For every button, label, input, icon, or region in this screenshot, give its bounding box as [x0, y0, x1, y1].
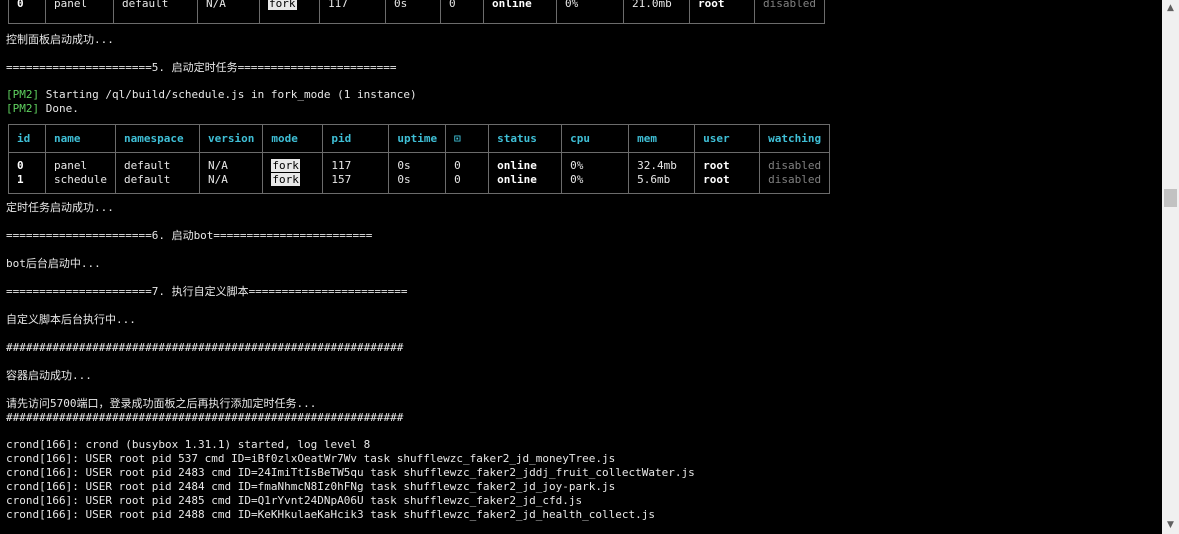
- crond-line: crond[166]: USER root pid 537 cmd ID=iBf…: [6, 452, 616, 465]
- header-version: version: [198, 124, 264, 153]
- header-status: status: [488, 124, 563, 153]
- section-header-step6: ======================6. 启动bot==========…: [6, 229, 373, 242]
- vertical-scrollbar[interactable]: ▲ ▼: [1162, 0, 1179, 534]
- scroll-down-arrow-icon[interactable]: ▼: [1162, 517, 1179, 534]
- cell-id: 1: [17, 173, 24, 186]
- pm2-process-table-partial: 0 panel default N/A fork 117 0s 0 online…: [8, 0, 825, 24]
- cell-id: 0: [8, 0, 46, 24]
- scrollbar-thumb[interactable]: [1164, 189, 1177, 207]
- table-body-row: 01 panel schedule default default N/A N/A f…: [8, 152, 831, 194]
- cell-cpu: 0%: [570, 159, 584, 172]
- log-line: [PM2] Done.: [6, 102, 79, 116]
- section-header-step5: ======================5. 启动定时任务=========…: [6, 61, 397, 74]
- cell-uptime: 0s: [385, 0, 441, 24]
- cell-mem: 32.4mb: [637, 159, 677, 172]
- log-line: 控制面板启动成功...: [6, 33, 114, 46]
- header-uptime: uptime: [388, 124, 447, 153]
- mode-badge: fork: [271, 159, 300, 172]
- header-restarts-icon: ⊡: [445, 124, 490, 153]
- cell-namespace-column: default default: [114, 152, 200, 194]
- cell-version: N/A: [197, 0, 260, 24]
- cell-mode: fork: [259, 0, 320, 24]
- header-mode: mode: [262, 124, 324, 153]
- cell-uptime: 0s: [397, 159, 411, 172]
- cell-mem: 5.6mb: [637, 173, 671, 186]
- cell-restarts: 0: [454, 173, 461, 186]
- cell-status-column: online online: [488, 152, 563, 194]
- cell-mem-column: 32.4mb 5.6mb: [628, 152, 696, 194]
- mode-badge: fork: [268, 0, 297, 10]
- cell-version-column: N/A N/A: [198, 152, 264, 194]
- cell-mem: 21.0mb: [623, 0, 690, 24]
- log-line: 请先访问5700端口，登录成功面板之后再执行添加定时任务...: [6, 397, 317, 410]
- header-mem: mem: [628, 124, 696, 153]
- cell-pid: 117: [319, 0, 386, 24]
- log-line: 容器启动成功...: [6, 369, 92, 382]
- cell-uptime-column: 0s 0s: [388, 152, 447, 194]
- header-name: name: [45, 124, 116, 153]
- log-text: Done.: [39, 102, 79, 115]
- cell-mode-column: fork fork: [262, 152, 324, 194]
- cell-namespace: default: [123, 173, 171, 186]
- cell-user: root: [689, 0, 755, 24]
- cell-watching: disabled: [768, 173, 822, 186]
- cell-name: panel: [54, 159, 88, 172]
- header-namespace: namespace: [114, 124, 200, 153]
- cell-cpu: 0%: [556, 0, 624, 24]
- cell-pid: 157: [331, 173, 352, 186]
- crond-line: crond[166]: USER root pid 2484 cmd ID=fm…: [6, 480, 616, 493]
- log-line: 自定义脚本后台执行中...: [6, 313, 136, 326]
- pm2-tag: [PM2]: [6, 102, 40, 115]
- cell-status: online: [483, 0, 557, 24]
- cell-user: root: [703, 159, 730, 172]
- section-header-step7: ======================7. 执行自定义脚本========…: [6, 285, 408, 298]
- header-pid: pid: [322, 124, 390, 153]
- cell-watching: disabled: [754, 0, 825, 24]
- cell-pid: 117: [331, 159, 352, 172]
- pm2-tag: [PM2]: [6, 88, 40, 101]
- cell-user-column: root root: [694, 152, 761, 194]
- header-cpu: cpu: [561, 124, 630, 153]
- log-text: Starting /ql/build/schedule.js in fork_m…: [39, 88, 417, 101]
- cell-restarts: 0: [454, 159, 461, 172]
- pm2-process-table: id name namespace version mode pid uptim…: [8, 124, 831, 194]
- cell-id: 0: [17, 159, 24, 172]
- crond-line: crond[166]: USER root pid 2488 cmd ID=Ke…: [6, 508, 656, 521]
- header-id: id: [8, 124, 46, 153]
- cell-name-column: panel schedule: [45, 152, 116, 194]
- cell-namespace: default: [123, 159, 171, 172]
- terminal-output: 0 panel default N/A fork 117 0s 0 online…: [0, 0, 1162, 534]
- cell-id-column: 01: [8, 152, 46, 194]
- cell-version: N/A: [207, 159, 228, 172]
- log-line: 定时任务启动成功...: [6, 201, 114, 214]
- cell-status: online: [497, 159, 537, 172]
- crond-line: crond[166]: USER root pid 2483 cmd ID=24…: [6, 466, 695, 479]
- cell-restarts: 0: [440, 0, 484, 24]
- log-line: bot后台启动中...: [6, 257, 101, 270]
- log-line: [PM2] Starting /ql/build/schedule.js in …: [6, 88, 417, 102]
- table-row: 0 panel default N/A fork 117 0s 0 online…: [8, 0, 825, 24]
- header-watching: watching: [759, 124, 831, 153]
- cell-restarts-column: 00: [445, 152, 490, 194]
- cell-watching-column: disabled disabled: [759, 152, 831, 194]
- cell-cpu: 0%: [570, 173, 584, 186]
- scroll-up-arrow-icon[interactable]: ▲: [1162, 0, 1179, 17]
- cell-name: schedule: [54, 173, 107, 186]
- table-header-row: id name namespace version mode pid uptim…: [8, 124, 831, 153]
- cell-pid-column: 117 157: [322, 152, 390, 194]
- cell-namespace: default: [113, 0, 198, 24]
- cell-watching: disabled: [768, 159, 822, 172]
- cell-uptime: 0s: [397, 173, 411, 186]
- divider-line: ########################################…: [6, 411, 404, 424]
- cell-cpu-column: 0% 0%: [561, 152, 630, 194]
- cell-name: panel: [45, 0, 114, 24]
- crond-line: crond[166]: crond (busybox 1.31.1) start…: [6, 438, 371, 451]
- header-user: user: [694, 124, 761, 153]
- cell-status: online: [497, 173, 537, 186]
- cell-user: root: [703, 173, 730, 186]
- crond-line: crond[166]: USER root pid 2485 cmd ID=Q1…: [6, 494, 583, 507]
- cell-version: N/A: [207, 173, 228, 186]
- mode-badge: fork: [271, 173, 300, 186]
- divider-line: ########################################…: [6, 341, 404, 354]
